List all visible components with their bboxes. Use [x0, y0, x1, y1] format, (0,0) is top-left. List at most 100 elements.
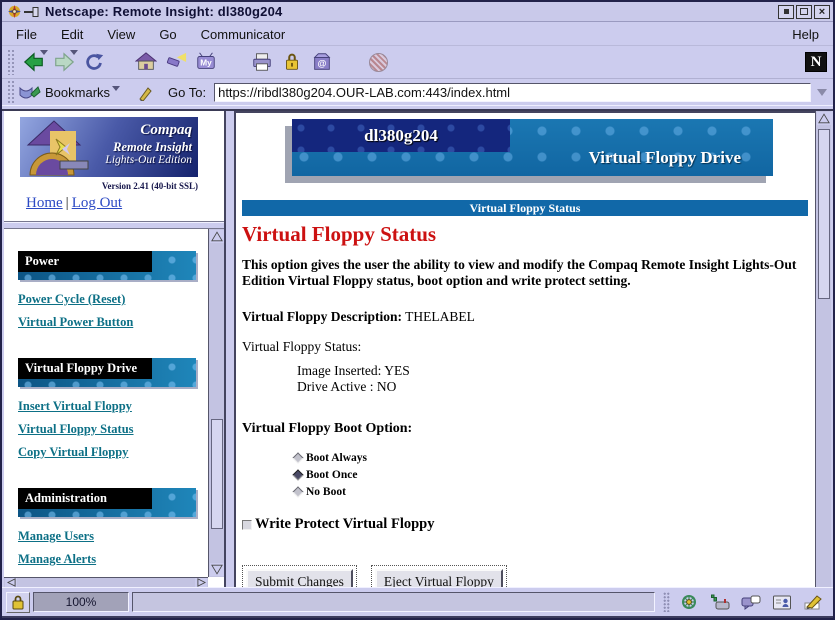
bookmarks-dropdown-icon[interactable] — [112, 86, 120, 91]
navigation-toolbar: My @ — [2, 46, 833, 79]
logo-edition: Lights-Out Edition — [105, 154, 192, 168]
main-frame: dl380g204 Virtual Floppy Drive Virtual F… — [234, 111, 818, 587]
no-boot-radio[interactable] — [292, 486, 303, 497]
sidebar-link-manage-alerts[interactable]: Manage Alerts — [18, 552, 96, 567]
navigator-button[interactable] — [677, 592, 701, 612]
pushpin-icon[interactable] — [24, 6, 40, 18]
scrollbar-thumb[interactable] — [211, 419, 223, 529]
reload-icon — [83, 51, 105, 73]
floppy-status-details: Image Inserted: YES Drive Active : NO — [297, 363, 818, 395]
sidebar-vertical-scrollbar[interactable] — [208, 229, 224, 577]
window-bottom-edge — [2, 616, 833, 620]
menu-view[interactable]: View — [107, 27, 135, 42]
session-links: Home|Log Out — [26, 195, 122, 212]
section-title: Administration — [25, 491, 107, 506]
boot-once-radio[interactable] — [292, 469, 303, 480]
toolbar-grip[interactable] — [7, 49, 15, 75]
scroll-right-icon[interactable] — [195, 578, 207, 587]
eject-virtual-floppy-button[interactable]: Eject Virtual Floppy — [375, 569, 503, 587]
drive-active-value: Drive Active : NO — [297, 379, 818, 395]
stop-button[interactable] — [363, 48, 393, 76]
progress-value: 100% — [66, 595, 97, 609]
mailbox-button[interactable] — [708, 592, 732, 612]
forward-button[interactable] — [49, 48, 79, 76]
write-protect-row: Write Protect Virtual Floppy — [242, 516, 818, 533]
security-button[interactable] — [277, 48, 307, 76]
print-icon — [251, 51, 273, 73]
boot-option-radio-group: Boot Always Boot Once No Boot — [294, 449, 818, 500]
location-grip[interactable] — [7, 80, 15, 106]
window-manager-icon[interactable] — [7, 4, 22, 19]
boot-once-row: Boot Once — [294, 466, 818, 483]
description-value: THELABEL — [405, 309, 475, 324]
stop-icon — [369, 53, 388, 72]
link-separator: | — [66, 195, 69, 211]
main-vertical-scrollbar[interactable] — [815, 111, 831, 587]
netscape-logo[interactable]: N — [805, 52, 827, 72]
sidebar-link-virtual-floppy-status[interactable]: Virtual Floppy Status — [18, 422, 134, 437]
forward-dropdown-icon[interactable] — [70, 50, 78, 55]
browser-window: Netscape: Remote Insight: dl380g204 × Fi… — [0, 0, 835, 620]
window-title: Netscape: Remote Insight: dl380g204 — [45, 4, 778, 19]
form-buttons: Submit Changes Eject Virtual Floppy — [242, 565, 818, 587]
close-button[interactable]: × — [814, 5, 830, 19]
floppy-status-label: Virtual Floppy Status: — [242, 339, 818, 355]
intro-text: This option gives the user the ability t… — [242, 257, 818, 289]
sidebar-link-power-cycle[interactable]: Power Cycle (Reset) — [18, 292, 125, 307]
sidebar-horizontal-scrollbar[interactable] — [4, 577, 208, 587]
boot-once-label[interactable]: Boot Once — [306, 469, 357, 481]
menu-help[interactable]: Help — [792, 27, 819, 42]
title-bar[interactable]: Netscape: Remote Insight: dl380g204 × — [2, 2, 833, 22]
back-button[interactable] — [19, 48, 49, 76]
svg-text:My: My — [200, 59, 212, 68]
home-button[interactable] — [131, 48, 161, 76]
my-netscape-button[interactable]: My — [191, 48, 221, 76]
composer-button[interactable] — [801, 592, 825, 612]
menu-edit[interactable]: Edit — [61, 27, 83, 42]
menu-file[interactable]: File — [16, 27, 37, 42]
bookmarks-label[interactable]: Bookmarks — [45, 85, 110, 100]
sidebar-link-insert-virtual-floppy[interactable]: Insert Virtual Floppy — [18, 399, 132, 414]
banner-page-title: Virtual Floppy Drive — [589, 148, 741, 168]
version-label: Version 2.41 (40-bit SSL) — [20, 181, 198, 191]
goto-label: Go To: — [168, 85, 206, 100]
submit-changes-button[interactable]: Submit Changes — [246, 569, 353, 587]
address-book-icon — [772, 594, 792, 611]
iconify-button[interactable] — [778, 5, 794, 19]
scroll-down-icon[interactable] — [210, 563, 224, 576]
my-netscape-icon: My — [195, 51, 217, 73]
logo-product: Remote Insight — [105, 140, 192, 155]
scroll-left-icon[interactable] — [5, 578, 17, 587]
shop-button[interactable]: @ — [307, 48, 337, 76]
scroll-up-icon[interactable] — [817, 112, 831, 125]
logout-link[interactable]: Log Out — [72, 195, 122, 211]
component-bar-grip[interactable] — [663, 592, 670, 612]
boot-always-label[interactable]: Boot Always — [306, 452, 367, 464]
no-boot-label[interactable]: No Boot — [306, 486, 346, 498]
search-button[interactable] — [161, 48, 191, 76]
print-button[interactable] — [247, 48, 277, 76]
security-indicator-button[interactable] — [6, 592, 30, 613]
sidebar-link-virtual-power-button[interactable]: Virtual Power Button — [18, 315, 133, 330]
sidebar-link-manage-users[interactable]: Manage Users — [18, 529, 94, 544]
url-input[interactable] — [214, 83, 811, 102]
maximize-button[interactable] — [796, 5, 812, 19]
menu-go[interactable]: Go — [159, 27, 176, 42]
bookmarks-icon[interactable] — [19, 85, 41, 101]
navigator-icon — [679, 594, 699, 611]
boot-always-row: Boot Always — [294, 449, 818, 466]
address-book-button[interactable] — [770, 592, 794, 612]
reload-button[interactable] — [79, 48, 109, 76]
scroll-up-icon[interactable] — [210, 230, 224, 243]
back-dropdown-icon[interactable] — [40, 50, 48, 55]
scrollbar-thumb[interactable] — [818, 129, 830, 299]
boot-always-radio[interactable] — [292, 452, 303, 463]
discussions-button[interactable] — [739, 592, 763, 612]
page-proxy-quill-icon[interactable] — [138, 85, 154, 101]
component-bar — [663, 592, 829, 612]
sidebar-link-copy-virtual-floppy[interactable]: Copy Virtual Floppy — [18, 445, 128, 460]
write-protect-checkbox[interactable] — [242, 520, 252, 530]
menu-communicator[interactable]: Communicator — [201, 27, 286, 42]
home-link[interactable]: Home — [26, 195, 63, 211]
url-history-dropdown-icon[interactable] — [815, 87, 827, 99]
